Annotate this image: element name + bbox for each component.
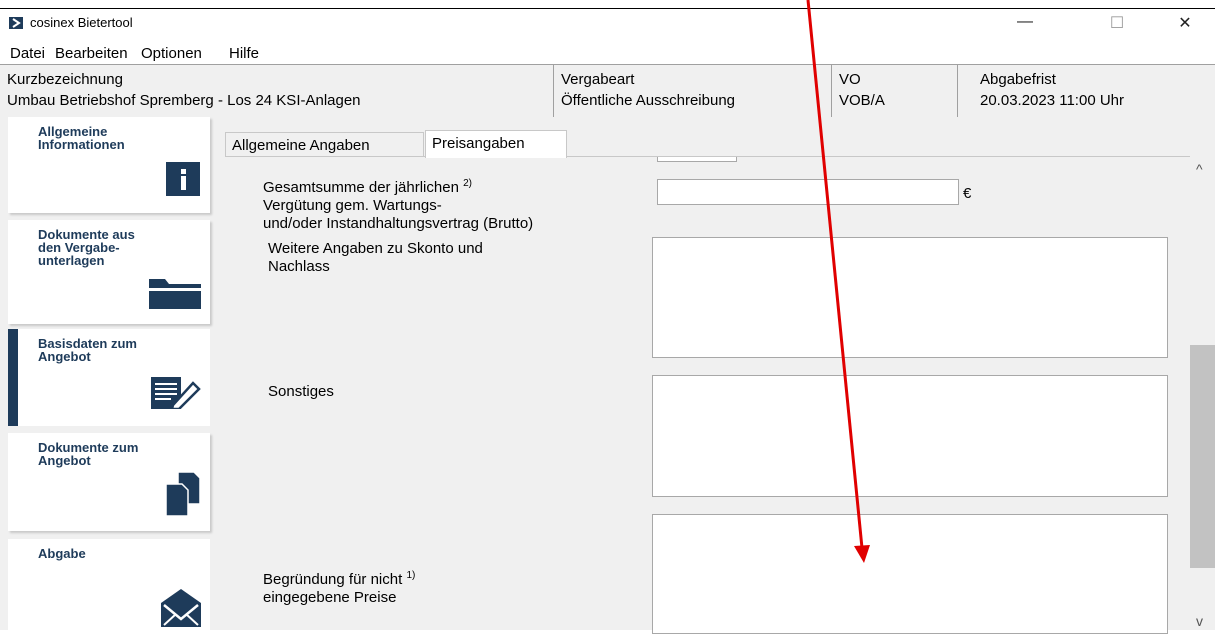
header-vo: VO VOB/A bbox=[832, 65, 957, 117]
menu-bearbeiten[interactable]: Bearbeiten bbox=[55, 45, 128, 62]
vertical-scrollbar[interactable]: ^ v bbox=[1182, 157, 1215, 630]
menu-hilfe[interactable]: Hilfe bbox=[229, 45, 259, 62]
documents-icon bbox=[165, 471, 201, 521]
menu-optionen[interactable]: Optionen bbox=[141, 45, 202, 62]
minimize-button[interactable]: — bbox=[1005, 13, 1045, 35]
sidebar-item-basisdaten-angebot[interactable]: Basisdaten zum Angebot bbox=[8, 329, 210, 426]
window-title: cosinex Bietertool bbox=[30, 15, 133, 30]
skonto-label-line1: Weitere Angaben zu Skonto und bbox=[268, 240, 483, 257]
menu-datei[interactable]: Datei bbox=[10, 45, 45, 62]
folder-icon bbox=[149, 279, 201, 314]
scrollbar-thumb[interactable] bbox=[1190, 345, 1215, 568]
sidebar-item-dokumente-angebot[interactable]: Dokumente zum Angebot bbox=[8, 433, 210, 531]
vo-label: VO bbox=[839, 71, 861, 88]
kurzbezeichnung-label: Kurzbezeichnung bbox=[7, 71, 123, 88]
maximize-button[interactable]: ☐ bbox=[1097, 13, 1137, 35]
sidebar-item-dokumente-vergabeunterlagen[interactable]: Dokumente aus den Vergabe- unterlagen bbox=[8, 220, 210, 324]
currency-label: € bbox=[963, 185, 972, 202]
tab-preisangaben[interactable]: Preisangaben bbox=[425, 130, 567, 158]
edit-document-icon bbox=[151, 375, 201, 414]
sidebar-item-label: Basisdaten zum Angebot bbox=[38, 336, 137, 364]
begruendung-textarea[interactable] bbox=[652, 514, 1168, 634]
sidebar-item-label: Allgemeine Informationen bbox=[38, 124, 125, 152]
abgabefrist-value: 20.03.2023 11:00 Uhr bbox=[980, 92, 1125, 109]
sonstiges-label: Sonstiges bbox=[268, 383, 334, 400]
gesamtsumme-input[interactable] bbox=[657, 179, 959, 205]
skonto-label-line2: Nachlass bbox=[268, 258, 330, 275]
begruendung-label: Begründung für nicht 1) eingegebene Prei… bbox=[263, 567, 415, 607]
info-icon bbox=[166, 162, 200, 201]
tab-allgemeine-angaben[interactable]: Allgemeine Angaben bbox=[225, 132, 424, 157]
kurzbezeichnung-value: Umbau Betriebshof Spremberg - Los 24 KSI… bbox=[7, 92, 361, 109]
sidebar-item-label: Dokumente zum Angebot bbox=[38, 440, 139, 468]
close-button[interactable]: ✕ bbox=[1165, 13, 1205, 35]
begruendung-label-line1: Begründung für nicht bbox=[263, 571, 403, 588]
sidebar-item-abgabe[interactable]: Abgabe bbox=[8, 539, 210, 630]
begruendung-label-line2: eingegebene Preise bbox=[263, 589, 397, 606]
app-logo-icon bbox=[9, 17, 23, 29]
begruendung-footnote: 1) bbox=[406, 570, 416, 581]
gesamtsumme-label-line3: und/oder Instandhaltungsvertrag (Brutto) bbox=[263, 215, 534, 232]
gesamtsumme-label: Gesamtsumme der jährlichen 2) Vergütung … bbox=[263, 175, 533, 233]
sidebar-item-allgemeine-informationen[interactable]: Allgemeine Informationen bbox=[8, 117, 210, 213]
sidebar-item-label: Dokumente aus den Vergabe- unterlagen bbox=[38, 227, 135, 268]
gesamtsumme-label-line1: Gesamtsumme der jährlichen bbox=[263, 179, 459, 196]
vergabeart-label: Vergabeart bbox=[561, 71, 635, 88]
envelope-icon bbox=[161, 587, 201, 632]
sidebar-item-label: Abgabe bbox=[38, 546, 86, 561]
previous-field-edge bbox=[657, 157, 737, 162]
scroll-up-arrow-icon[interactable]: ^ bbox=[1196, 161, 1203, 177]
vo-value: VOB/A bbox=[839, 92, 885, 109]
sidebar: Allgemeine Informationen Dokumente aus d… bbox=[0, 117, 215, 630]
header-abgabefrist: Abgabefrist 20.03.2023 11:00 Uhr bbox=[958, 65, 1215, 117]
preisangaben-form: Gesamtsumme der jährlichen 2) Vergütung … bbox=[247, 157, 1182, 634]
skonto-label: Weitere Angaben zu Skonto und Nachlass bbox=[268, 240, 483, 276]
gesamtsumme-footnote: 2) bbox=[463, 178, 472, 189]
vergabeart-value: Öffentliche Ausschreibung bbox=[561, 92, 736, 109]
tender-header: Kurzbezeichnung Umbau Betriebshof Spremb… bbox=[0, 64, 1215, 118]
skonto-textarea[interactable] bbox=[652, 237, 1168, 358]
abgabefrist-label: Abgabefrist bbox=[980, 71, 1056, 88]
header-kurzbezeichnung: Kurzbezeichnung Umbau Betriebshof Spremb… bbox=[0, 65, 553, 117]
active-indicator bbox=[8, 329, 18, 426]
sonstiges-textarea[interactable] bbox=[652, 375, 1168, 497]
header-vergabeart: Vergabeart Öffentliche Ausschreibung bbox=[554, 65, 831, 117]
gesamtsumme-label-line2: Vergütung gem. Wartungs- bbox=[263, 197, 442, 214]
scroll-down-arrow-icon[interactable]: v bbox=[1196, 613, 1203, 629]
